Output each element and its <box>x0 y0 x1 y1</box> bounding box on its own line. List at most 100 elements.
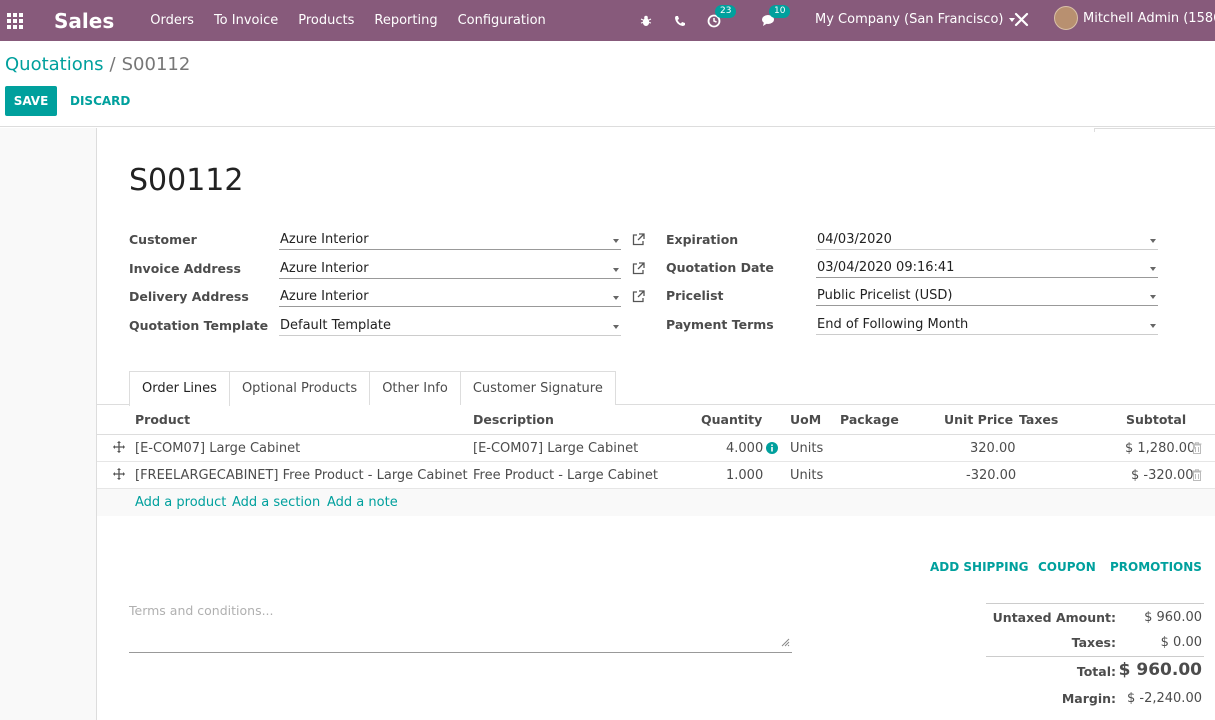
expiration-label: Expiration <box>666 232 739 247</box>
invoice-address-value: Azure Interior <box>280 261 369 276</box>
column-taxes[interactable]: Taxes <box>1019 412 1058 427</box>
phone-icon[interactable] <box>672 13 688 29</box>
tab-optional-products[interactable]: Optional Products <box>228 371 371 405</box>
row-uom: Units <box>790 468 824 483</box>
expiration-field[interactable]: 04/03/2020 <box>816 229 1158 250</box>
row-subtotal: $ -320.00 <box>1131 468 1194 483</box>
row-unit-price: -320.00 <box>966 468 1017 483</box>
quotation-template-field[interactable]: Default Template <box>279 315 621 336</box>
row-quantity: 4.000 <box>726 441 764 456</box>
quotation-date-field[interactable]: 03/04/2020 09:16:41 <box>816 257 1158 278</box>
chevron-down-icon <box>613 268 619 272</box>
trash-icon[interactable] <box>1192 469 1202 485</box>
quotation-template-label: Quotation Template <box>129 318 269 333</box>
form-sheet: S00112 Customer Azure Interior Invoice A… <box>97 133 1215 720</box>
column-product[interactable]: Product <box>135 412 190 427</box>
column-quantity[interactable]: Quantity <box>701 412 762 427</box>
bug-icon[interactable] <box>638 13 654 29</box>
row-quantity: 1.000 <box>726 468 764 483</box>
app-name[interactable]: Sales <box>54 9 114 33</box>
terms-textarea[interactable]: Terms and conditions... <box>129 603 792 653</box>
company-name: My Company (San Francisco) <box>815 12 1004 27</box>
menu-reporting[interactable]: Reporting <box>374 13 437 28</box>
info-icon[interactable] <box>766 442 778 458</box>
breadcrumb-separator: / <box>109 54 116 75</box>
row-product: [FREELARGECABINET] Free Product - Large … <box>135 468 468 483</box>
left-gutter <box>0 128 97 720</box>
breadcrumb-quotations[interactable]: Quotations <box>5 54 104 75</box>
delivery-address-value: Azure Interior <box>280 289 369 304</box>
tools-icon[interactable] <box>1014 12 1029 31</box>
quotation-template-value: Default Template <box>280 318 391 333</box>
save-button[interactable]: SAVE <box>5 86 57 116</box>
menu-to-invoice[interactable]: To Invoice <box>214 13 278 28</box>
add-line-row: Add a product Add a section Add a note <box>97 489 1215 516</box>
promotions-button[interactable]: PROMOTIONS <box>1110 560 1202 574</box>
app-menu-grid-icon[interactable] <box>6 12 24 30</box>
menu-products[interactable]: Products <box>298 13 354 28</box>
notebook-tabs: Order Lines Optional Products Other Info… <box>129 371 616 406</box>
pricelist-field[interactable]: Public Pricelist (USD) <box>816 285 1158 306</box>
total-value: $ 960.00 <box>1118 660 1202 680</box>
tab-other-info[interactable]: Other Info <box>369 371 461 405</box>
trash-icon[interactable] <box>1192 442 1202 458</box>
add-section-link[interactable]: Add a section <box>232 495 320 510</box>
menu-configuration[interactable]: Configuration <box>458 13 546 28</box>
chevron-down-icon <box>613 296 619 300</box>
messages-icon[interactable]: 10 <box>760 4 791 29</box>
column-package[interactable]: Package <box>840 412 899 427</box>
add-shipping-button[interactable]: ADD SHIPPING <box>930 560 1028 574</box>
external-link-icon[interactable] <box>632 290 646 304</box>
company-switcher[interactable]: My Company (San Francisco) <box>815 12 1016 27</box>
drag-handle-icon[interactable] <box>113 468 125 484</box>
chevron-down-icon <box>1150 295 1156 299</box>
main-menu: Orders To Invoice Products Reporting Con… <box>150 13 566 28</box>
messages-badge: 10 <box>769 4 791 18</box>
external-link-icon[interactable] <box>632 233 646 247</box>
delivery-address-field[interactable]: Azure Interior <box>279 286 621 307</box>
chevron-down-icon <box>1150 239 1156 243</box>
menu-orders[interactable]: Orders <box>150 13 194 28</box>
sheet-trim <box>1094 128 1215 132</box>
column-subtotal[interactable]: Subtotal <box>1126 412 1186 427</box>
chevron-down-icon <box>1150 267 1156 271</box>
quotation-date-value: 03/04/2020 09:16:41 <box>817 260 955 275</box>
payment-terms-field[interactable]: End of Following Month <box>816 314 1158 335</box>
add-product-link[interactable]: Add a product <box>135 495 226 510</box>
customer-label: Customer <box>129 232 197 247</box>
payment-terms-value: End of Following Month <box>817 317 969 332</box>
breadcrumb: Quotations / S00112 <box>5 54 190 75</box>
pricelist-value: Public Pricelist (USD) <box>817 288 953 303</box>
taxes-label: Taxes: <box>1071 635 1116 650</box>
invoice-address-label: Invoice Address <box>129 261 241 276</box>
row-description: [E-COM07] Large Cabinet <box>473 441 639 456</box>
activity-clock-icon[interactable]: 23 <box>706 4 737 29</box>
customer-value: Azure Interior <box>280 232 369 247</box>
column-uom[interactable]: UoM <box>790 412 821 427</box>
table-row[interactable]: [FREELARGECABINET] Free Product - Large … <box>97 462 1215 489</box>
column-description[interactable]: Description <box>473 412 554 427</box>
column-unit-price[interactable]: Unit Price <box>944 412 1013 427</box>
delivery-address-label: Delivery Address <box>129 289 249 304</box>
chevron-down-icon <box>613 325 619 329</box>
row-subtotal: $ 1,280.00 <box>1125 441 1196 456</box>
row-uom: Units <box>790 441 824 456</box>
table-row[interactable]: [E-COM07] Large Cabinet [E-COM07] Large … <box>97 435 1215 462</box>
user-menu[interactable]: Mitchell Admin (15862 <box>1054 6 1215 30</box>
chevron-down-icon <box>1150 324 1156 328</box>
tab-order-lines[interactable]: Order Lines <box>129 371 230 406</box>
drag-handle-icon[interactable] <box>113 441 125 457</box>
add-note-link[interactable]: Add a note <box>327 495 398 510</box>
tab-customer-signature[interactable]: Customer Signature <box>459 371 616 405</box>
customer-field[interactable]: Azure Interior <box>279 229 621 250</box>
resize-handle-icon[interactable] <box>780 635 790 650</box>
external-link-icon[interactable] <box>632 262 646 276</box>
payment-terms-label: Payment Terms <box>666 317 774 332</box>
totals-divider <box>986 656 1204 657</box>
coupon-button[interactable]: COUPON <box>1038 560 1096 574</box>
untaxed-amount-label: Untaxed Amount: <box>992 610 1116 625</box>
discard-button[interactable]: DISCARD <box>70 94 130 108</box>
invoice-address-field[interactable]: Azure Interior <box>279 258 621 279</box>
systray: 23 10 <box>636 0 791 41</box>
avatar <box>1054 6 1078 30</box>
